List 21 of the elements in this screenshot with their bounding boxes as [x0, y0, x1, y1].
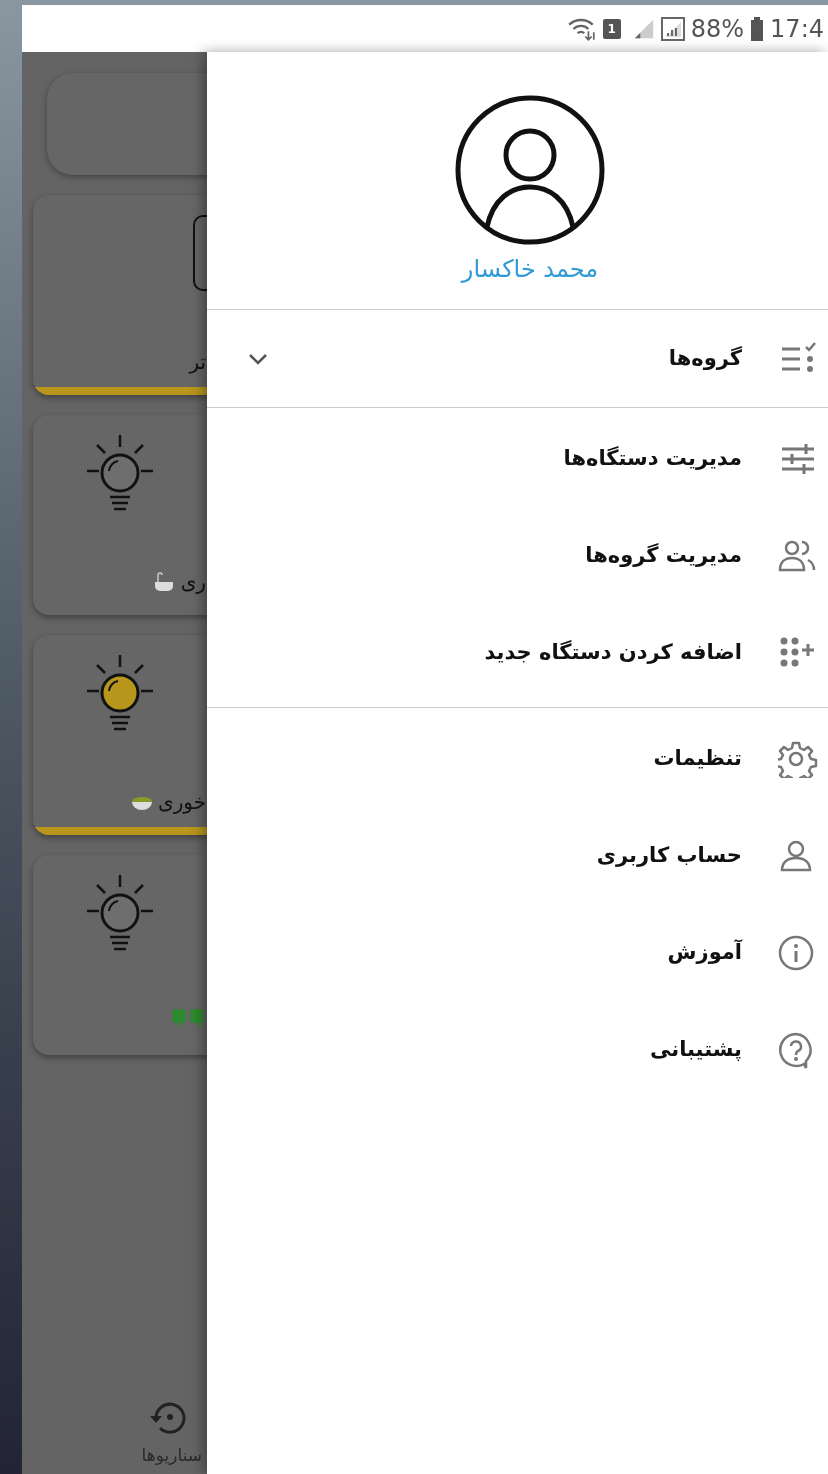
menu-item[interactable]: گروه‌ها	[207, 310, 828, 407]
sim-badge: 1	[602, 18, 621, 39]
menu-item[interactable]: تنظیمات	[207, 710, 828, 807]
battery-icon	[750, 16, 765, 41]
user-name: محمد خاکسار	[461, 254, 599, 285]
clover-icon	[170, 1007, 206, 1027]
device-label: ری	[180, 569, 206, 596]
battery-percent: 88%	[690, 13, 745, 45]
menu-item[interactable]: اضافه کردن دستگاه جدید	[207, 604, 828, 701]
menu-item[interactable]: پشتیبانی	[207, 1001, 828, 1098]
settings-icon	[778, 739, 818, 778]
device-label: خوری	[158, 789, 206, 816]
menu-item[interactable]: مدیریت دستگاه‌ها	[207, 410, 828, 507]
chevron-down-icon[interactable]	[248, 353, 268, 365]
status-time: 17:4	[770, 13, 824, 45]
signal-icon	[660, 16, 685, 41]
menu-item[interactable]: حساب کاربری	[207, 807, 828, 904]
menu-item[interactable]: مدیریت گروه‌ها	[207, 507, 828, 604]
device-label: تر	[189, 349, 206, 376]
avatar-icon	[455, 95, 605, 245]
menu-item[interactable]: آموزش	[207, 904, 828, 1001]
